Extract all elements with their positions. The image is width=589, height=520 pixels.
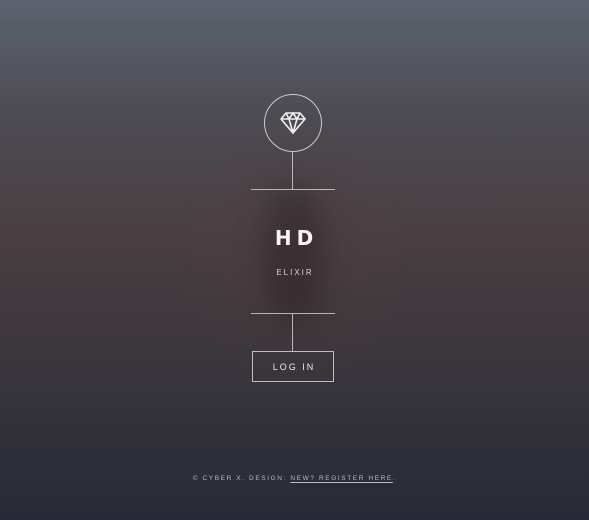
diamond-icon xyxy=(280,111,306,135)
divider-top xyxy=(251,189,335,190)
connector-line-bottom xyxy=(292,314,293,352)
divider-bottom xyxy=(251,313,335,314)
copyright-text: © CYBER X. DESIGN: xyxy=(192,475,291,482)
center-glow xyxy=(264,185,324,325)
login-button[interactable]: LOG IN xyxy=(252,351,334,382)
brand-title: HD xyxy=(274,226,319,250)
register-link[interactable]: NEW? REGISTER HERE xyxy=(290,475,392,482)
brand-subtitle: ELIXIR xyxy=(276,268,314,277)
footer-period: . xyxy=(392,475,397,482)
connector-line-top xyxy=(292,152,293,189)
logo-badge xyxy=(264,94,322,152)
footer: © CYBER X. DESIGN: NEW? REGISTER HERE. xyxy=(0,475,589,482)
login-screen: HD ELIXIR LOG IN © CYBER X. DESIGN: NEW?… xyxy=(0,0,589,520)
